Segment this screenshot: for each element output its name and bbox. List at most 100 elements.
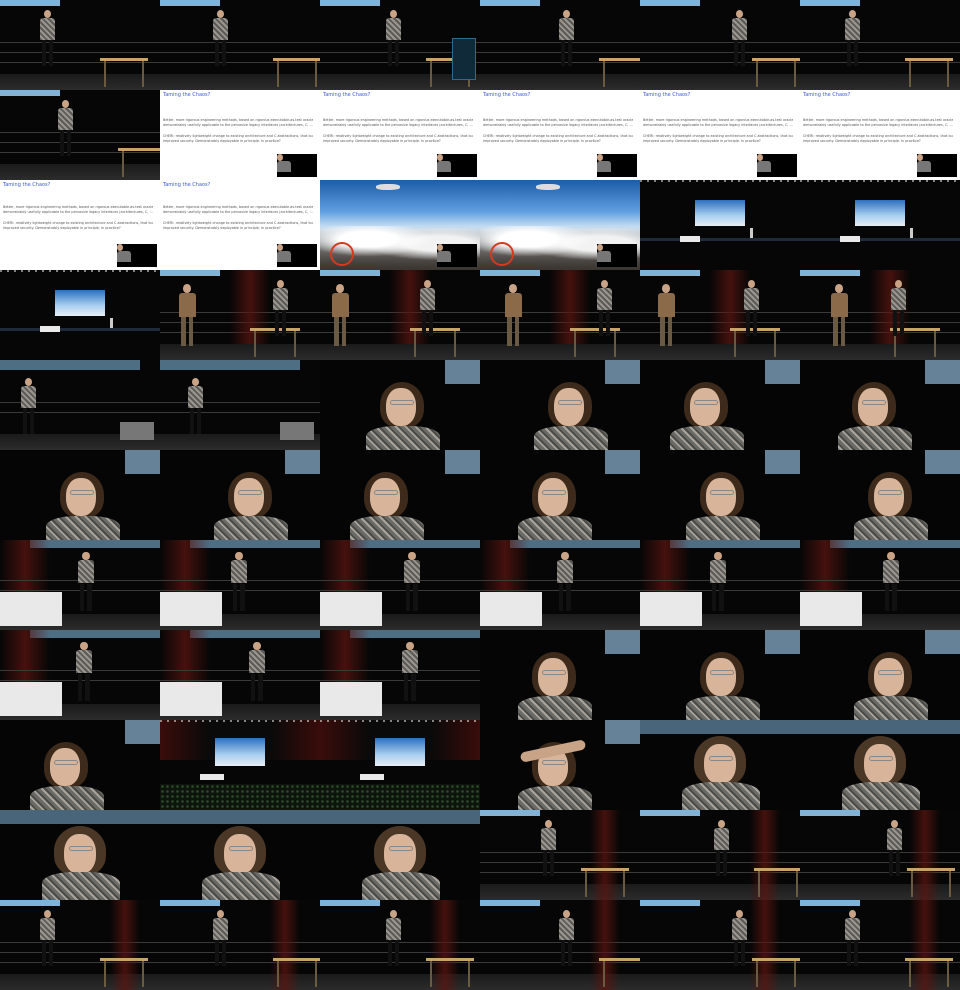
slide-text-line: CHERI: relatively lightweight change to … (483, 134, 633, 138)
desk-leg (585, 871, 587, 897)
video-frame (640, 630, 800, 720)
slide-text-line: improved security. Demonstrably deployab… (163, 226, 281, 230)
stage-box (200, 774, 224, 780)
speaker-leg (734, 40, 738, 66)
speaker-leg (188, 317, 194, 346)
video-frame (320, 900, 480, 990)
stage-screen-edge (765, 630, 800, 654)
desk-leg (277, 61, 279, 87)
speaker-face (384, 834, 416, 874)
stage-floor (0, 164, 160, 180)
speaker-leg (282, 310, 286, 336)
speaker-leg (258, 673, 263, 701)
speaker-head (601, 280, 608, 288)
speaker-leg (23, 408, 27, 434)
speaker-shirt (557, 560, 573, 584)
speaker-shirt (46, 516, 120, 540)
stage-screen-edge (480, 810, 540, 816)
glasses (542, 490, 566, 495)
stage-railing (0, 152, 160, 153)
speaker-head (835, 284, 844, 293)
desk-leg (430, 961, 432, 987)
speaker-head (509, 284, 518, 293)
speaker-shirt (891, 288, 906, 310)
speaker-head (44, 10, 51, 18)
speaker-shirt (658, 292, 675, 317)
stage-railing (480, 62, 640, 63)
video-frame (0, 270, 160, 360)
stage-screen-edge (800, 270, 860, 276)
speaker-face (864, 744, 896, 784)
presenter-inset (437, 244, 477, 267)
speaker-shirt (518, 516, 592, 540)
speaker-shirt (437, 251, 451, 262)
video-frame (800, 270, 960, 360)
stage-screen-edge (320, 810, 480, 824)
red-curtain (750, 900, 780, 990)
desk-leg (315, 961, 317, 987)
stage-screen-edge (605, 720, 640, 744)
speaker-shirt (845, 18, 860, 40)
speaker-leg (388, 940, 392, 966)
speaker-leg (568, 940, 572, 966)
ceiling-lights (0, 270, 160, 272)
presenter-inset (597, 154, 637, 177)
stage-railing (160, 402, 320, 403)
speaker-shirt (682, 782, 760, 810)
speaker-shirt (332, 292, 349, 317)
video-frame (640, 0, 800, 90)
speaker-head (736, 910, 743, 918)
stage-screen-edge (765, 450, 800, 474)
speaker-shirt (686, 696, 760, 720)
lectern-desk (570, 328, 620, 331)
desk-leg (794, 61, 796, 87)
lectern-desk (410, 328, 460, 331)
speaker-leg (87, 583, 92, 611)
speaker-leg (741, 40, 745, 66)
desk-leg (142, 961, 144, 987)
stage-railing (160, 42, 320, 43)
stage-screen-edge (445, 450, 480, 474)
desk-leg (934, 331, 936, 357)
speaker-leg (60, 130, 64, 156)
ceiling-lights (160, 720, 320, 722)
desk-leg (756, 61, 758, 87)
stage-screen-edge (765, 360, 800, 384)
desk-leg (623, 871, 625, 897)
speaker-leg (222, 940, 226, 966)
stage-railing (320, 680, 480, 681)
speaker-face (706, 478, 736, 516)
speaker-head (117, 244, 123, 251)
white-podium (160, 682, 222, 716)
white-podium (320, 682, 382, 716)
speaker-leg (566, 583, 571, 611)
video-frame (0, 450, 160, 540)
video-frame: Taming the Chaos? Better, more rigorous e… (160, 90, 320, 180)
lectern-desk (599, 58, 640, 61)
presenter-inset (757, 154, 797, 177)
white-podium (320, 592, 382, 626)
stage-railing (160, 412, 320, 413)
stage-screen-edge (320, 0, 380, 6)
stage-screen-edge (0, 0, 60, 6)
stage-railing (640, 52, 800, 53)
slide-text-line: demonstrably usefully applicable to the … (803, 123, 953, 127)
stage-floor (160, 344, 320, 360)
speaker-shirt (404, 560, 420, 584)
speaker-shirt (350, 516, 424, 540)
speaker-head (191, 378, 199, 386)
stage-box (40, 326, 60, 332)
lectern-desk (273, 958, 320, 961)
stage-screen-edge (160, 810, 320, 824)
stage-railing (800, 52, 960, 53)
slide-text-line: demonstrably usefully applicable to the … (3, 210, 153, 214)
speaker-face (858, 388, 888, 426)
speaker-shirt (420, 288, 435, 310)
speaker-face (704, 744, 736, 784)
speaker-shirt (213, 918, 228, 940)
speaker-shirt (366, 426, 440, 450)
video-frame (160, 540, 320, 630)
speaker-head (714, 552, 722, 561)
speaker-leg (896, 850, 900, 876)
stage-railing (0, 62, 160, 63)
